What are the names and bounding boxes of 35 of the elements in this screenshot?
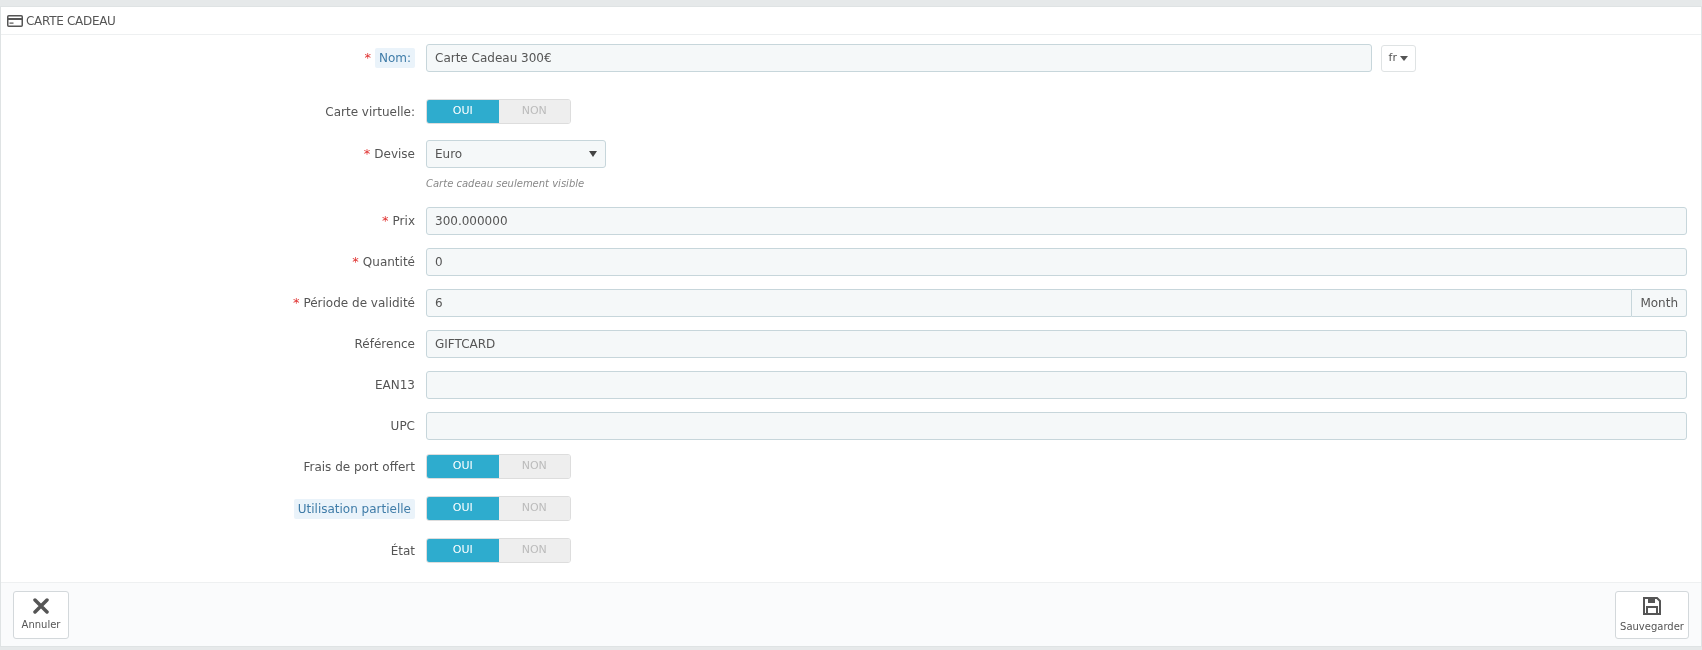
field-label: Frais de port offert [303, 459, 415, 476]
close-icon [33, 597, 49, 614]
panel-title: CARTE CADEAU [26, 12, 116, 30]
text-field[interactable]: 6 [426, 289, 1633, 317]
text-field[interactable]: Carte Cadeau 300€ [426, 44, 1372, 72]
unit-addon: Month [1632, 289, 1687, 317]
save-button[interactable]: Sauvegarder [1615, 590, 1689, 639]
field-label: État [390, 542, 415, 560]
required-asterisk: * [363, 145, 371, 164]
field-label: Carte virtuelle: [325, 104, 415, 121]
cancel-button[interactable]: Annuler [13, 590, 69, 639]
required-asterisk: * [352, 253, 359, 272]
text-field[interactable] [426, 371, 1687, 399]
field-label: Quantité [362, 254, 415, 271]
language-dropdown[interactable]: fr [1380, 44, 1416, 72]
field-label: EAN13 [374, 377, 415, 394]
text-field[interactable]: GIFTCARD [426, 330, 1687, 358]
field-label: Devise [374, 146, 415, 163]
currency-select[interactable]: Euro [426, 140, 606, 168]
field-label: Prix [392, 213, 415, 230]
field-label: UPC [390, 418, 415, 435]
caret-icon [1400, 55, 1408, 61]
field-label: Référence [354, 336, 415, 353]
field-label: Période de validité [303, 295, 415, 312]
required-asterisk: * [292, 294, 300, 313]
field-label: Nom: [374, 48, 415, 68]
caret-icon [589, 151, 597, 157]
credit-card-icon [7, 14, 23, 27]
field-label: Utilisation partielle [293, 499, 415, 519]
text-field[interactable]: 0 [426, 248, 1687, 276]
text-field[interactable]: 300.000000 [426, 207, 1687, 235]
text-field[interactable] [426, 412, 1687, 440]
required-asterisk: * [382, 212, 389, 231]
required-asterisk: * [364, 49, 371, 68]
help-text: Carte cadeau seulement visible [426, 177, 585, 191]
